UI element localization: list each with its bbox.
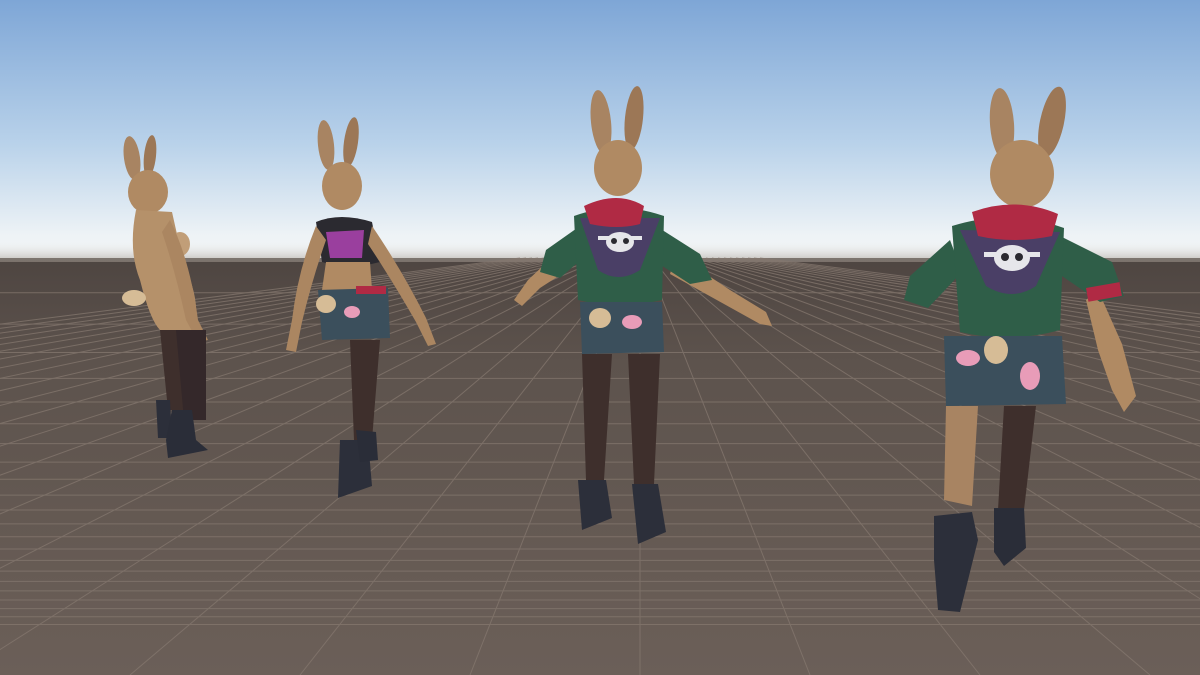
head — [594, 140, 642, 196]
paw-print — [956, 350, 980, 366]
game-viewport[interactable] — [0, 0, 1200, 675]
head — [322, 162, 362, 210]
hood — [584, 198, 644, 227]
tail — [984, 336, 1008, 364]
paw-print — [1020, 362, 1040, 390]
tail — [589, 308, 611, 328]
shorts-band — [356, 286, 386, 294]
tail — [316, 295, 336, 313]
head — [990, 140, 1054, 208]
tail — [122, 290, 146, 306]
scene-canvas — [0, 0, 1200, 675]
shorts — [580, 302, 664, 354]
hood — [972, 204, 1058, 240]
paw-print — [622, 315, 642, 329]
waist — [322, 262, 372, 290]
crop-top-purple — [326, 230, 364, 258]
paw-print — [344, 306, 360, 318]
head — [128, 170, 168, 214]
